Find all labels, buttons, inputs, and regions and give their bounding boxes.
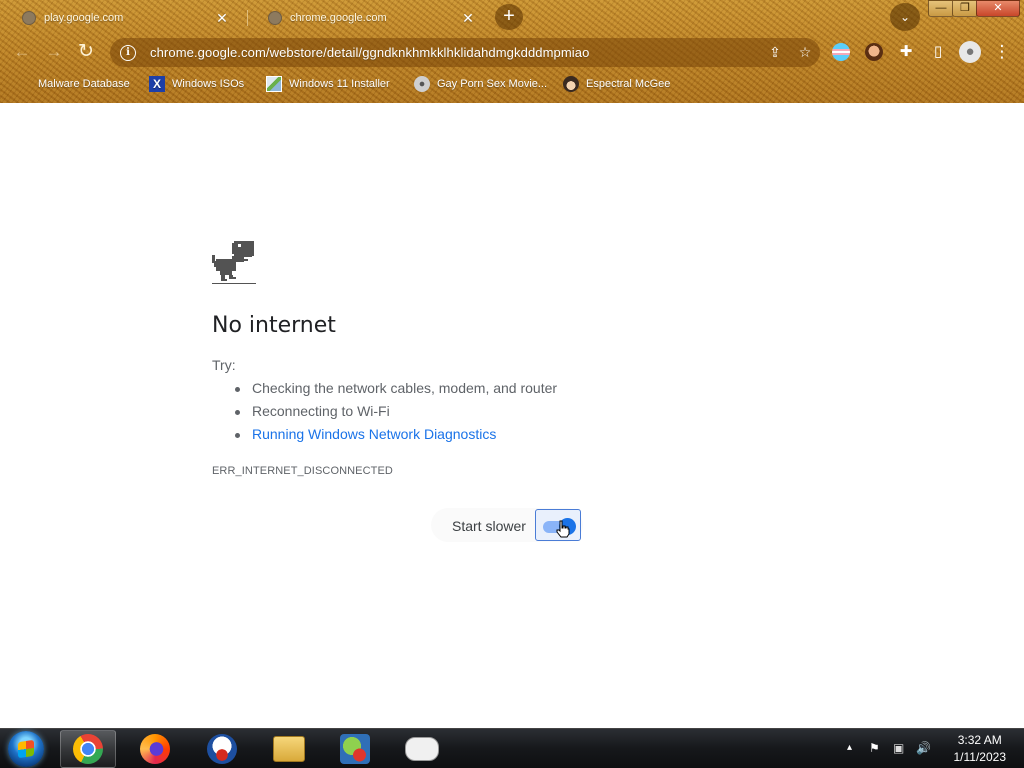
suggestion-item: Reconnecting to Wi-Fi bbox=[234, 403, 557, 426]
gamepad-icon bbox=[405, 737, 439, 761]
firefox-icon bbox=[140, 734, 170, 764]
url-text[interactable]: chrome.google.com/webstore/detail/ggndkn… bbox=[150, 45, 760, 60]
suggestions-list: Checking the network cables, modem, and … bbox=[234, 380, 557, 449]
globe-icon bbox=[22, 11, 36, 25]
globe-icon bbox=[268, 11, 282, 25]
tab-divider bbox=[247, 10, 248, 26]
taskbar-app-network[interactable] bbox=[327, 730, 383, 768]
bookmark-espectral-mcgee[interactable]: Espectral McGee bbox=[563, 75, 670, 93]
bookmark-label: Windows 11 Installer bbox=[289, 78, 390, 90]
tab-title: chrome.google.com bbox=[290, 12, 387, 24]
tab-close-button[interactable]: ✕ bbox=[214, 10, 230, 27]
forward-button[interactable]: → bbox=[41, 39, 67, 65]
close-window-button[interactable]: ✕ bbox=[976, 0, 1020, 17]
offline-dino-icon[interactable] bbox=[212, 241, 256, 285]
windows-logo-icon bbox=[18, 739, 34, 759]
bookmark-label: Espectral McGee bbox=[586, 78, 671, 90]
error-heading: No internet bbox=[212, 313, 336, 338]
extensions-puzzle-icon[interactable]: ✚ bbox=[895, 41, 917, 63]
profile-avatar-icon[interactable]: ● bbox=[959, 41, 981, 63]
try-label: Try: bbox=[212, 357, 236, 373]
bookmark-star-icon[interactable]: ☆ bbox=[790, 44, 820, 61]
obama-logo-icon bbox=[207, 734, 237, 764]
tab-close-button[interactable]: ✕ bbox=[460, 10, 476, 27]
bookmark-label: Gay Porn Sex Movie... bbox=[437, 78, 548, 90]
minimize-button[interactable]: — bbox=[928, 0, 954, 17]
error-code: ERR_INTERNET_DISCONNECTED bbox=[212, 465, 393, 477]
clock-date: 1/11/2023 bbox=[953, 750, 1007, 764]
maximize-button[interactable]: ❐ bbox=[952, 0, 978, 17]
extension-flag-icon[interactable] bbox=[832, 43, 850, 61]
bookmark-label: Malware Database bbox=[38, 78, 130, 90]
new-tab-button[interactable]: + bbox=[495, 4, 523, 30]
taskbar-app-firefox[interactable] bbox=[127, 730, 183, 768]
bookmark-windows-isos[interactable]: X Windows ISOs bbox=[149, 75, 244, 93]
network-people-icon bbox=[340, 734, 370, 764]
network-diagnostics-link[interactable]: Running Windows Network Diagnostics bbox=[234, 426, 557, 449]
suggestion-item: Checking the network cables, modem, and … bbox=[234, 380, 557, 403]
back-button[interactable]: ← bbox=[9, 39, 35, 65]
image-icon bbox=[266, 76, 282, 92]
taskbar-app-chrome[interactable] bbox=[60, 730, 116, 768]
tab-title: play.google.com bbox=[44, 12, 124, 24]
tab-search-button[interactable]: ⌄ bbox=[890, 3, 920, 31]
system-clock[interactable]: 3:32 AM 1/11/2023 bbox=[954, 732, 1007, 766]
taskbar-app-file-explorer[interactable] bbox=[261, 730, 317, 768]
folder-icon bbox=[273, 736, 305, 762]
bookmark-movie-site[interactable]: Gay Porn Sex Movie... bbox=[414, 75, 547, 93]
menu-kebab-icon[interactable]: ⋮ bbox=[991, 41, 1013, 63]
taskbar-app-gamepad[interactable] bbox=[394, 730, 450, 768]
reload-button[interactable]: ↻ bbox=[73, 39, 99, 65]
bookmark-label: Windows ISOs bbox=[172, 78, 245, 90]
disc-icon bbox=[414, 76, 430, 92]
hand-cursor-icon bbox=[556, 520, 570, 538]
taskbar-app-obama[interactable] bbox=[194, 730, 250, 768]
tab-chrome-webstore[interactable]: chrome.google.com ✕ bbox=[250, 3, 486, 33]
avatar-icon bbox=[563, 76, 579, 92]
taskbar: ▴ ⚑ ▣ 🔊 3:32 AM 1/11/2023 bbox=[0, 728, 1024, 768]
browser-chrome: play.google.com ✕ chrome.google.com ✕ + … bbox=[0, 0, 1024, 103]
clock-time: 3:32 AM bbox=[957, 733, 1002, 747]
blank-page-icon bbox=[15, 76, 31, 92]
site-info-icon[interactable]: i bbox=[120, 44, 136, 61]
x-logo-icon: X bbox=[149, 76, 165, 92]
share-icon[interactable]: ⇪ bbox=[760, 44, 790, 61]
show-hidden-icons-button[interactable]: ▴ bbox=[847, 742, 852, 753]
start-button[interactable] bbox=[8, 731, 44, 767]
action-center-flag-icon[interactable]: ⚑ bbox=[869, 741, 880, 755]
extension-avatar-icon[interactable] bbox=[865, 43, 883, 61]
address-bar[interactable]: i chrome.google.com/webstore/detail/ggnd… bbox=[110, 38, 820, 67]
network-status-icon[interactable]: ▣ bbox=[893, 741, 904, 755]
side-panel-icon[interactable]: ▯ bbox=[927, 41, 949, 63]
chrome-icon bbox=[73, 734, 103, 764]
bookmark-malware-database[interactable]: Malware Database bbox=[15, 75, 130, 93]
volume-icon[interactable]: 🔊 bbox=[916, 741, 931, 755]
start-slower-label: Start slower bbox=[452, 518, 526, 534]
tab-play-google[interactable]: play.google.com ✕ bbox=[4, 3, 240, 33]
page-content: No internet Try: Checking the network ca… bbox=[0, 103, 1024, 728]
bookmark-windows-11-installer[interactable]: Windows 11 Installer bbox=[266, 75, 390, 93]
